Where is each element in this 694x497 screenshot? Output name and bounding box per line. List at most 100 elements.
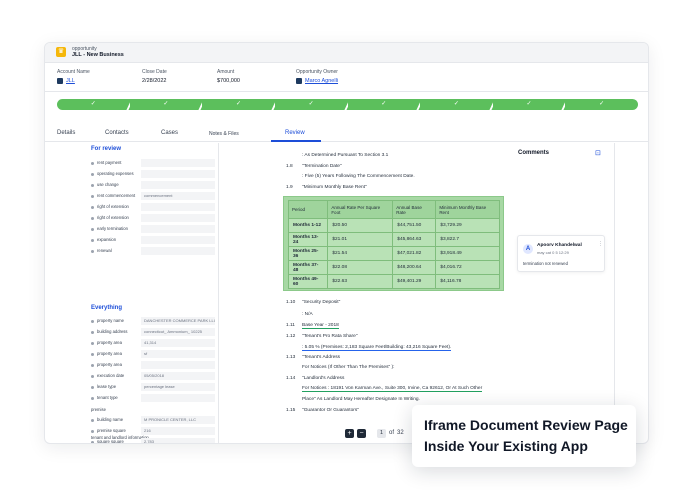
field-row[interactable]: rent payment — [91, 159, 217, 168]
field-value[interactable] — [141, 170, 215, 178]
field-value[interactable] — [141, 181, 215, 189]
field-row[interactable]: property area — [91, 361, 217, 370]
stage-step[interactable]: ✓ — [57, 99, 130, 110]
stage-step[interactable]: ✓ — [129, 99, 203, 110]
field-row[interactable]: expansion — [91, 236, 217, 245]
field-value[interactable] — [141, 159, 215, 167]
field-row[interactable]: right of extension — [91, 203, 217, 212]
document-line: Base Year - 2018 — [302, 323, 339, 329]
field-row[interactable]: property area sf — [91, 350, 217, 359]
field-row[interactable]: square square 2,783 — [91, 438, 217, 444]
account-name-value[interactable]: JLL — [66, 78, 75, 84]
tab-notes-files[interactable]: Notes & Files — [209, 131, 239, 137]
table-cell: $3,729.29 — [435, 218, 500, 233]
close-date-value: 2/28/2022 — [142, 78, 167, 84]
bullet-icon — [91, 250, 94, 253]
document-line: : 5.05 % (Premises: 2,183 Square Feet/Bu… — [302, 345, 452, 351]
field-value[interactable]: 05/05/2018 — [141, 372, 215, 380]
field-value[interactable]: commencement — [141, 192, 215, 200]
field-value[interactable] — [141, 236, 215, 244]
account-link[interactable]: JLL — [57, 78, 90, 84]
field-row[interactable]: property area 41,314 — [91, 339, 217, 348]
field-row[interactable]: operating expenses — [91, 170, 217, 179]
field-row[interactable]: renewal — [91, 247, 217, 256]
field-row[interactable]: tenant type — [91, 394, 217, 403]
zoom-out-button[interactable]: − — [357, 428, 366, 438]
table-row: Months 1-12 $20.50 $44,751.50 $3,729.29 — [287, 218, 500, 233]
record-tabs: Details Contacts Cases Notes & Files Rev… — [45, 127, 648, 142]
stage-step[interactable]: ✓ — [274, 99, 348, 110]
bullet-icon — [91, 320, 94, 323]
field-row[interactable]: premise square 216 — [91, 427, 217, 436]
add-comment-icon[interactable]: ⊡ — [595, 149, 601, 157]
field-label: property area — [97, 340, 122, 345]
field-value[interactable] — [141, 394, 215, 402]
clause-number: 1.9 — [286, 185, 293, 190]
field-value[interactable]: percentage lease — [141, 383, 215, 391]
owner-link[interactable]: Marco Agnelli — [296, 78, 338, 84]
field-value[interactable]: 2,783 — [141, 438, 215, 443]
stage-step[interactable]: ✓ — [492, 99, 566, 110]
field-value[interactable] — [141, 214, 215, 222]
field-amount: Amount $700,000 — [217, 69, 240, 84]
field-label: property name — [97, 318, 124, 323]
bullet-icon — [91, 342, 94, 345]
amount-value: $700,000 — [217, 78, 240, 84]
field-label: property area — [97, 362, 122, 367]
field-row[interactable]: property name DANCHESTER COMMERCE PARK LL… — [91, 317, 217, 326]
document-line: For Notices : 18191 Von Karman Ave., Sui… — [302, 386, 483, 392]
field-row[interactable]: building address connecticut_ Ammonium_ 1… — [91, 328, 217, 337]
record-header: ♛ opportunity JLL - New Business — [45, 43, 648, 63]
stage-step[interactable]: ✓ — [565, 99, 638, 110]
field-value[interactable]: 41,314 — [141, 339, 215, 347]
table-cell: $44,751.50 — [392, 218, 437, 233]
field-owner: Opportunity Owner Marco Agnelli — [296, 69, 339, 84]
field-value[interactable]: M PRONICLE CENTER, LLC — [141, 416, 215, 424]
field-label: square square — [97, 439, 124, 444]
bullet-icon — [91, 441, 94, 443]
field-value[interactable]: sf — [141, 350, 215, 358]
field-label: operating expenses — [97, 171, 134, 176]
field-row[interactable]: building name M PRONICLE CENTER, LLC — [91, 416, 217, 425]
field-value[interactable] — [141, 247, 215, 255]
field-label: lease type — [97, 384, 117, 389]
field-value[interactable]: connecticut_ Ammonium_ 10225 — [141, 328, 215, 336]
field-value[interactable] — [141, 203, 215, 211]
bullet-icon — [91, 184, 94, 187]
field-value[interactable] — [141, 225, 215, 233]
table-cell: Months 1-12 — [287, 218, 329, 233]
bullet-icon — [91, 206, 94, 209]
field-row[interactable]: right of extension — [91, 214, 217, 223]
table-cell: $45,864.63 — [392, 232, 437, 247]
field-row[interactable]: execution date 05/05/2018 — [91, 372, 217, 381]
field-row[interactable]: rent commencement commencement — [91, 192, 217, 201]
owner-name-value[interactable]: Marco Agnelli — [305, 78, 338, 84]
review-fields-panel: For review Everything premise tenant and… — [89, 143, 219, 444]
field-row[interactable]: use change — [91, 181, 217, 190]
clause-number: 1.13 — [286, 355, 296, 360]
stage-step[interactable]: ✓ — [420, 99, 493, 110]
stage-step[interactable]: ✓ — [347, 99, 421, 110]
bullet-icon — [91, 430, 94, 433]
bullet-icon — [91, 228, 94, 231]
table-row: Months 49-60 $22.63 $49,401.29 $4,116.78 — [287, 274, 500, 289]
field-value[interactable] — [141, 361, 215, 369]
more-options-icon[interactable]: ⋮ — [598, 241, 603, 247]
current-page-input[interactable]: 1 — [377, 428, 386, 438]
zoom-in-button[interactable]: + — [345, 428, 354, 438]
active-tab-indicator — [271, 140, 321, 142]
field-row[interactable]: lease type percentage lease — [91, 383, 217, 392]
stage-step[interactable]: ✓ — [202, 99, 275, 110]
field-value[interactable]: DANCHESTER COMMERCE PARK LLC — [141, 317, 215, 325]
field-value[interactable]: 216 — [141, 427, 215, 435]
comment-card[interactable]: A Apoorv Khandelwal may cat 0 5 12:29 ⋮ … — [517, 235, 605, 272]
tab-review[interactable]: Review — [285, 130, 305, 136]
tab-cases[interactable]: Cases — [161, 130, 178, 136]
document-viewer: Period Annual Rate Per Square Foot Annual … — [220, 143, 511, 443]
field-row[interactable]: early termination — [91, 225, 217, 234]
table-cell: Months 25-36 — [287, 246, 329, 261]
tab-details[interactable]: Details — [57, 130, 75, 136]
bullet-icon — [91, 397, 94, 400]
tab-contacts[interactable]: Contacts — [105, 130, 129, 136]
field-label: property area — [97, 351, 122, 356]
